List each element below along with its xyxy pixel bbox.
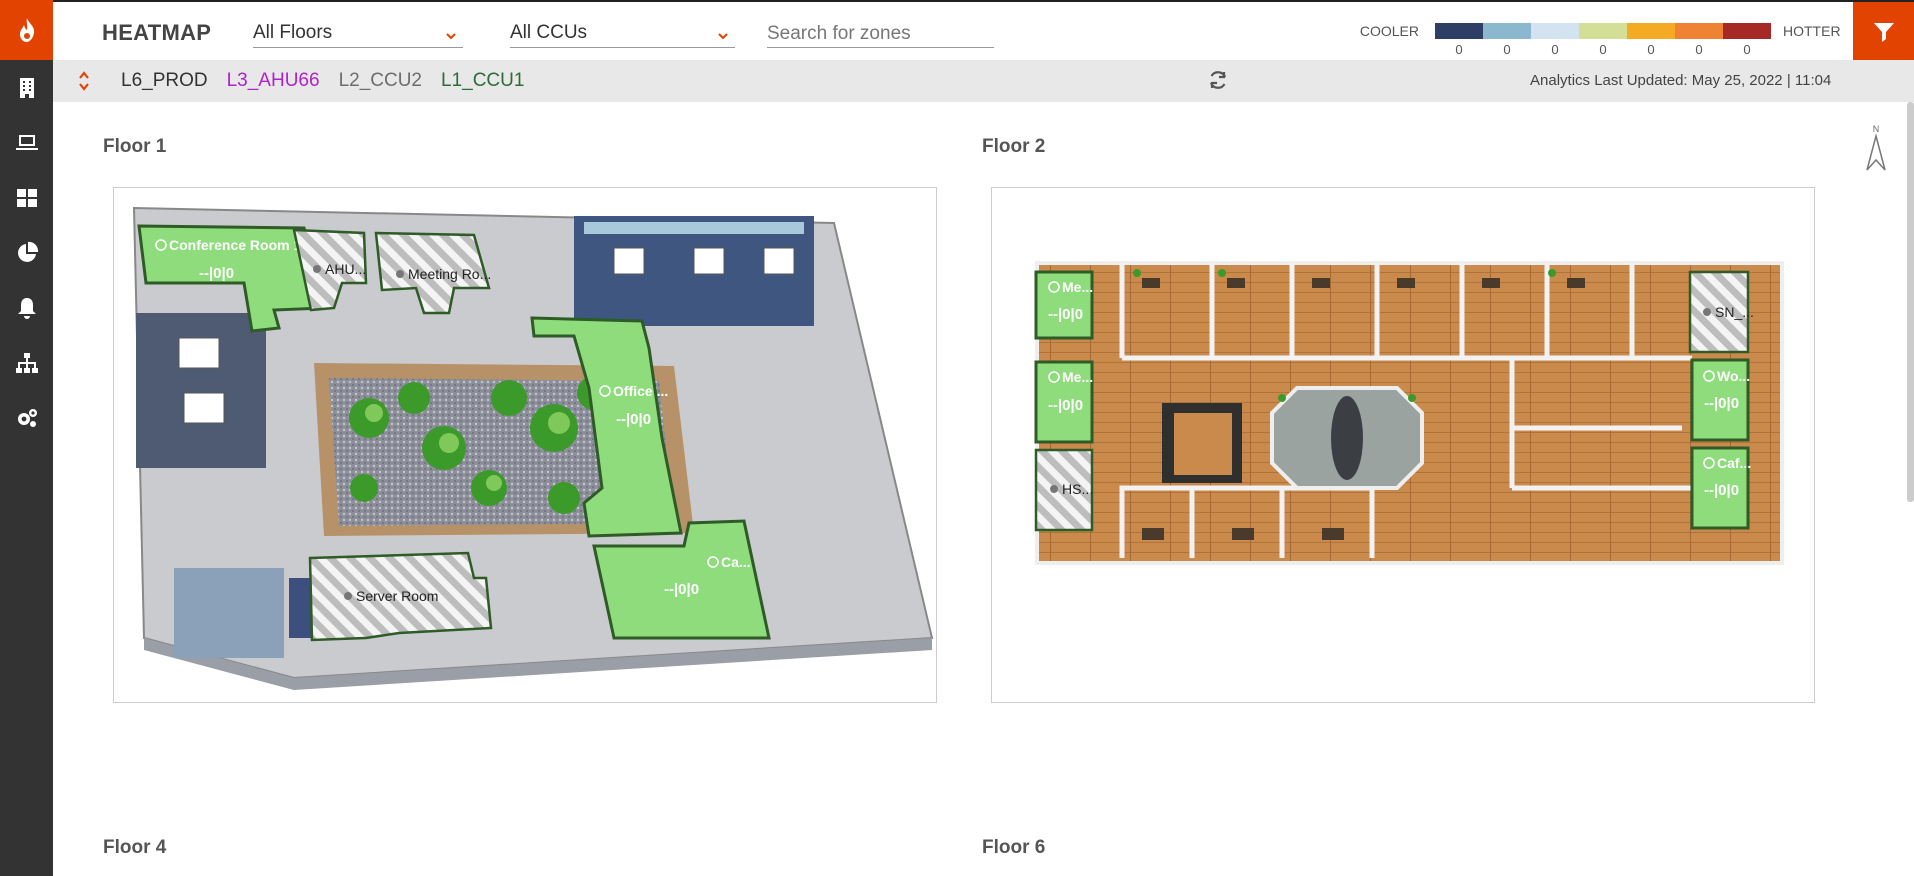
zone-readout: --|0|0: [616, 411, 651, 428]
bell-icon[interactable]: [0, 280, 53, 335]
filter-funnel-icon: [1873, 23, 1894, 42]
pie-chart-icon[interactable]: [0, 225, 53, 280]
filter-button[interactable]: [1853, 2, 1914, 62]
zone-label: Me...: [1062, 369, 1093, 385]
chip-l2-ccu2[interactable]: L2_CCU2: [339, 70, 422, 92]
zone-search-input[interactable]: [767, 20, 994, 48]
zone-readout: --|0|0: [199, 265, 234, 282]
page-title: HEATMAP: [102, 20, 212, 45]
dashboard-grid-icon[interactable]: [0, 170, 53, 225]
zone-readout: --|0|0: [664, 581, 699, 598]
flame-logo-icon[interactable]: [0, 0, 53, 60]
ccu-filter-chips: L6_PROD L3_AHU66 L2_CCU2 L1_CCU1: [121, 70, 543, 92]
refresh-icon[interactable]: [1207, 69, 1229, 91]
zone-label: Caf...: [1717, 455, 1751, 471]
sort-toggle-icon[interactable]: [77, 70, 91, 92]
floor-plan-1-image: Conference Room 1 --|0|0 AHU... Meeting …: [132, 206, 934, 690]
legend-count: 0: [1647, 42, 1655, 57]
legend-cooler-label: COOLER: [1359, 23, 1419, 39]
zone-readout: --|0|0: [1704, 482, 1739, 499]
floor-plan-2: Me... --|0|0 Me... --|0|0 HS... SN_... W…: [991, 187, 1815, 703]
legend-swatch: [1435, 23, 1483, 39]
floor-plan-2-image: Me... --|0|0 Me... --|0|0 HS... SN_... W…: [1034, 261, 1784, 565]
chip-l6-prod[interactable]: L6_PROD: [121, 70, 208, 92]
legend-count: 0: [1743, 42, 1751, 57]
zone-label: SN_...: [1715, 304, 1754, 320]
zone-readout: --|0|0: [1704, 395, 1739, 412]
zone-readout: --|0|0: [1048, 306, 1083, 323]
legend-count: 0: [1695, 42, 1703, 57]
zone-readout: --|0|0: [1048, 397, 1083, 414]
zone-label: AHU...: [325, 261, 366, 277]
page-scrollbar[interactable]: [1907, 102, 1914, 502]
hierarchy-icon[interactable]: [0, 335, 53, 390]
analytics-updated-text: Analytics Last Updated: May 25, 2022 | 1…: [1530, 72, 1832, 89]
north-compass-icon: N: [1863, 124, 1889, 174]
ccu-select[interactable]: All CCUs: [510, 20, 735, 48]
chip-l1-ccu1[interactable]: L1_CCU1: [441, 70, 524, 92]
legend-count: 0: [1599, 42, 1607, 57]
legend-swatch: [1723, 23, 1771, 39]
floor-title: Floor 1: [103, 136, 167, 157]
heatmap-canvas: Floor 1 Floor 2 Floor 4 Floor 6 N Confer…: [53, 102, 1914, 876]
legend-swatch: [1483, 23, 1531, 39]
hierarchy-bar: L6_PROD L3_AHU66 L2_CCU2 L1_CCU1 Analyti…: [53, 60, 1914, 102]
building-icon[interactable]: [0, 60, 53, 115]
legend-hotter-label: HOTTER: [1783, 23, 1841, 39]
settings-gears-icon[interactable]: [0, 390, 53, 445]
floor-plan-1: Conference Room 1 --|0|0 AHU... Meeting …: [113, 187, 937, 703]
legend-swatch: [1675, 23, 1723, 39]
compass-north-label: N: [1873, 124, 1880, 134]
floor-title: Floor 4: [103, 837, 167, 858]
laptop-icon[interactable]: [0, 115, 53, 170]
legend-swatch: [1531, 23, 1579, 39]
zone-label: HS...: [1062, 481, 1093, 497]
legend-swatch: [1579, 23, 1627, 39]
side-nav: [0, 0, 53, 876]
zone-label: Office ...: [613, 383, 668, 399]
legend-count: 0: [1551, 42, 1559, 57]
chevron-down-icon: [717, 26, 729, 40]
floor-title: Floor 2: [982, 136, 1046, 157]
chevron-down-icon: [445, 26, 457, 40]
zone-label: Me...: [1062, 279, 1093, 295]
top-header: HEATMAP All Floors All CCUs COOLER 0 0 0…: [53, 0, 1914, 62]
zone-label: Server Room: [356, 588, 438, 604]
floor-select-value: All Floors: [253, 22, 333, 43]
legend-swatch: [1627, 23, 1675, 39]
zone-label: Wo...: [1717, 368, 1750, 384]
legend-swatches: [1435, 23, 1771, 39]
zone-label: Ca...: [721, 554, 751, 570]
floor-title: Floor 6: [982, 837, 1046, 858]
legend-count: 0: [1455, 42, 1463, 57]
zone-label: Meeting Ro...: [408, 266, 491, 282]
ccu-select-value: All CCUs: [510, 22, 588, 43]
legend-counts: 0 0 0 0 0 0 0: [1435, 42, 1771, 57]
zone-label: Conference Room 1: [169, 237, 301, 253]
legend-count: 0: [1503, 42, 1511, 57]
chip-l3-ahu66[interactable]: L3_AHU66: [227, 70, 320, 92]
floor-select[interactable]: All Floors: [253, 20, 463, 48]
